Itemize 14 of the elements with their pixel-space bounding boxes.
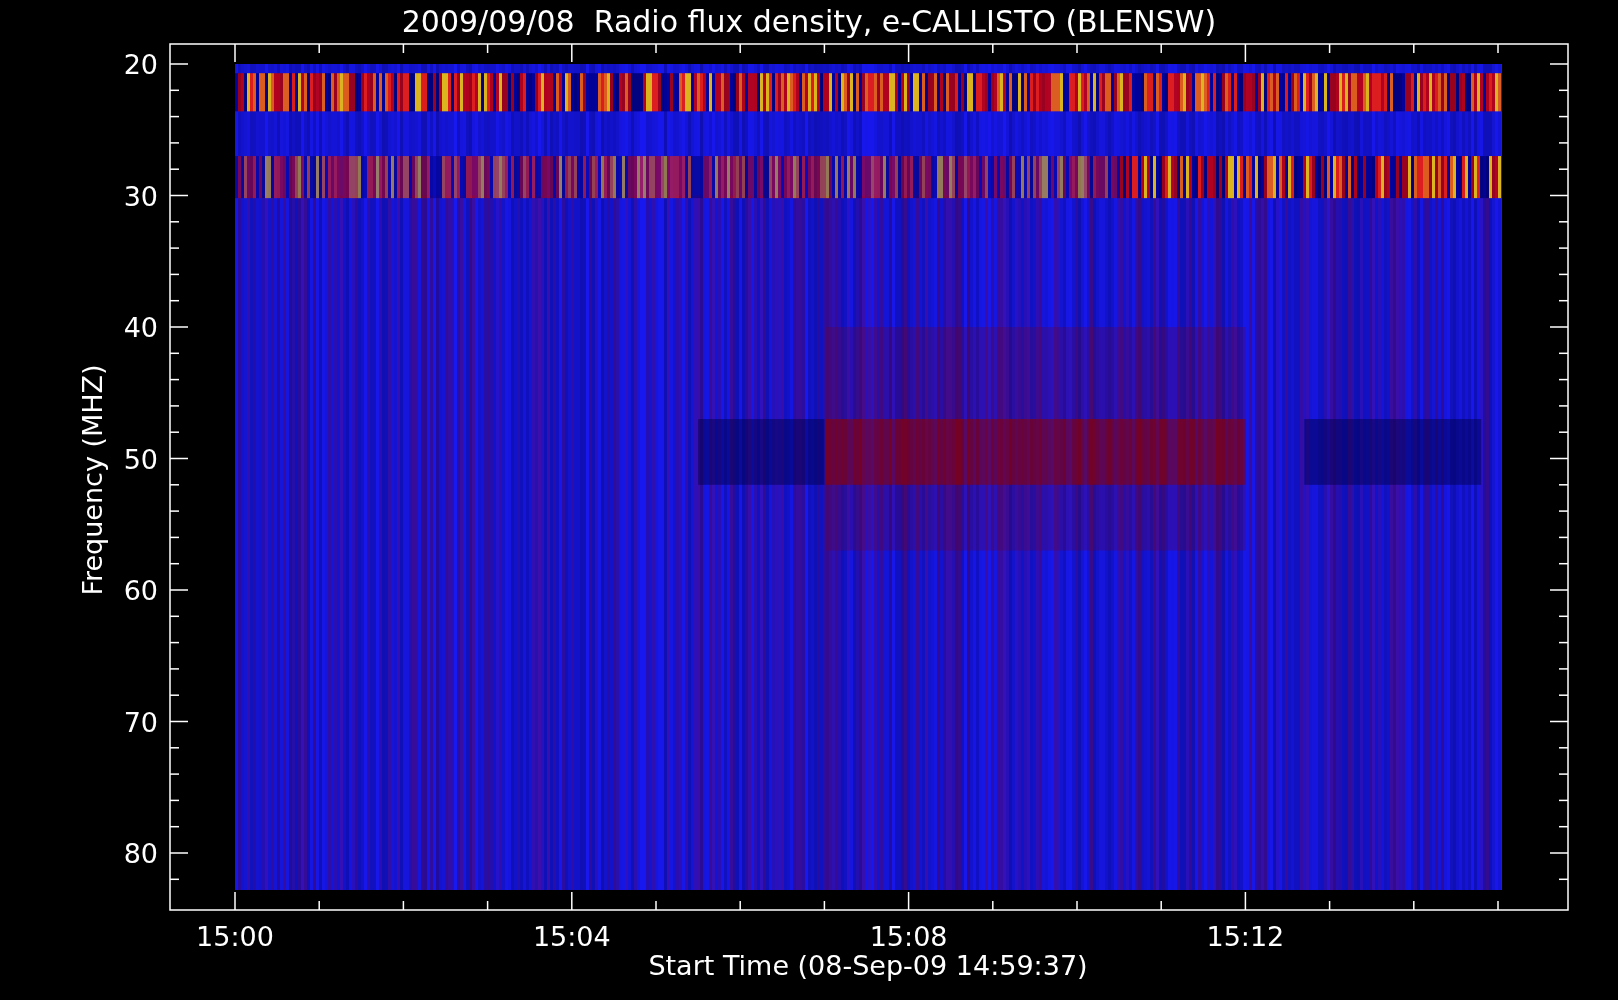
x-tick-label: 15:08 bbox=[869, 921, 948, 952]
y-tick-label: 80 bbox=[123, 838, 158, 869]
y-tick-label: 20 bbox=[123, 49, 158, 80]
x-axis-title: Start Time (08-Sep-09 14:59:37) bbox=[648, 950, 1088, 981]
y-tick-label: 40 bbox=[123, 312, 158, 343]
x-tick-label: 15:00 bbox=[196, 921, 274, 952]
y-tick-label: 30 bbox=[123, 180, 158, 212]
y-tick-label: 50 bbox=[123, 443, 158, 475]
y-axis-title: Frequency (MHZ) bbox=[77, 364, 108, 596]
y-tick-label: 60 bbox=[123, 575, 158, 606]
y-tick-label: 70 bbox=[123, 706, 158, 738]
plot-title: 2009/09/08 Radio flux density, e-CALLISTO (BLENSW) bbox=[401, 4, 1217, 39]
x-tick-label: 15:12 bbox=[1206, 921, 1285, 952]
x-tick-label: 15:04 bbox=[532, 921, 611, 952]
